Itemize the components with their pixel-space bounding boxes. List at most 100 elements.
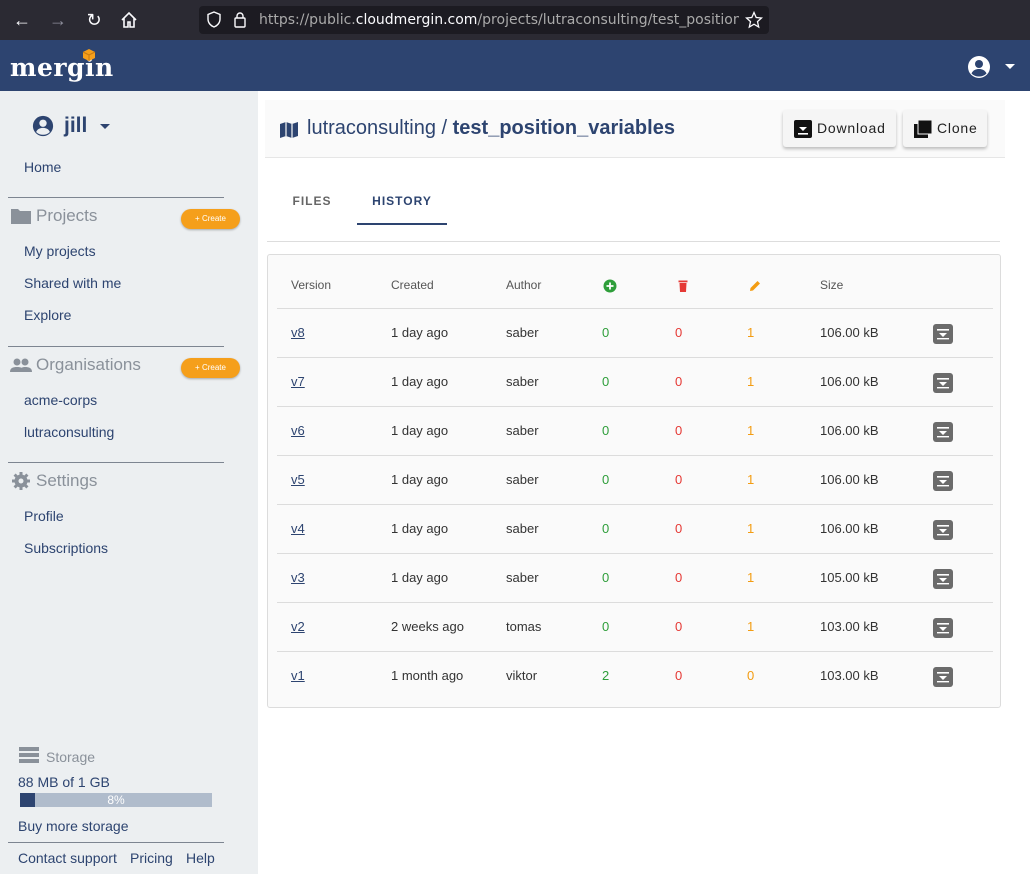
- version-link[interactable]: v6: [291, 424, 305, 438]
- forward-icon[interactable]: →: [46, 8, 70, 32]
- logo-cube-icon: [82, 49, 96, 61]
- clone-button[interactable]: Clone: [903, 110, 987, 147]
- map-icon: [280, 122, 298, 138]
- pricing-link[interactable]: Pricing: [130, 849, 173, 867]
- author-cell: saber: [506, 423, 539, 438]
- create-organisation-button[interactable]: + Create: [181, 358, 240, 378]
- size-cell: 106.00 kB: [820, 423, 879, 438]
- pencil-icon: [750, 281, 760, 291]
- buy-more-storage-link[interactable]: Buy more storage: [18, 817, 129, 835]
- divider: [8, 346, 224, 347]
- version-link[interactable]: v2: [291, 620, 305, 634]
- updated-count: 1: [747, 521, 755, 536]
- project-name: test_position_variables: [452, 117, 675, 139]
- version-link[interactable]: v1: [291, 669, 305, 683]
- sidebar-item-my-projects[interactable]: My projects: [24, 242, 96, 260]
- column-header-author[interactable]: Author: [506, 278, 541, 292]
- added-count: 0: [602, 570, 610, 585]
- shield-icon[interactable]: [207, 11, 221, 28]
- removed-count: 0: [675, 619, 683, 634]
- reload-icon[interactable]: ↻: [82, 8, 106, 32]
- storage-label: Storage: [46, 749, 96, 765]
- tab-history[interactable]: HISTORY: [357, 180, 447, 225]
- tab-files[interactable]: FILES: [277, 180, 347, 225]
- browser-toolbar: ← → ↻ https://public.cloudmergin.com/pro…: [0, 0, 1030, 40]
- sidebar-item-acme-corps[interactable]: acme-corps: [24, 391, 97, 409]
- home-icon[interactable]: [117, 8, 141, 32]
- author-cell: viktor: [506, 668, 538, 683]
- lock-icon[interactable]: [233, 11, 247, 28]
- plus-circle-icon: [603, 279, 617, 293]
- author-cell: saber: [506, 472, 539, 487]
- download-version-icon[interactable]: [933, 471, 953, 491]
- download-button[interactable]: Download: [783, 110, 896, 147]
- created-cell: 1 day ago: [391, 472, 449, 487]
- user-icon: [32, 115, 54, 137]
- download-version-icon[interactable]: [933, 422, 953, 442]
- project-header: lutraconsulting / test_position_variable…: [265, 100, 1005, 158]
- storage-amount: 88 MB of 1 GB: [18, 774, 110, 790]
- download-version-icon[interactable]: [933, 324, 953, 344]
- size-cell: 103.00 kB: [820, 668, 879, 683]
- size-cell: 106.00 kB: [820, 325, 879, 340]
- sidebar-item-home[interactable]: Home: [24, 158, 61, 176]
- removed-count: 0: [675, 423, 683, 438]
- sidebar-item-subscriptions[interactable]: Subscriptions: [24, 539, 108, 557]
- author-cell: saber: [506, 374, 539, 389]
- download-version-icon[interactable]: [933, 520, 953, 540]
- create-project-button[interactable]: + Create: [181, 209, 240, 229]
- download-version-icon[interactable]: [933, 569, 953, 589]
- created-cell: 1 day ago: [391, 423, 449, 438]
- version-link[interactable]: v3: [291, 571, 305, 585]
- url-text: https://public.cloudmergin.com/projects/…: [259, 12, 739, 28]
- address-bar[interactable]: https://public.cloudmergin.com/projects/…: [199, 6, 769, 34]
- sidebar-item-lutraconsulting[interactable]: lutraconsulting: [24, 423, 114, 441]
- added-count: 0: [602, 374, 610, 389]
- created-cell: 1 day ago: [391, 325, 449, 340]
- size-cell: 106.00 kB: [820, 521, 879, 536]
- sidebar-item-shared-with-me[interactable]: Shared with me: [24, 274, 121, 292]
- sidebar-item-profile[interactable]: Profile: [24, 507, 64, 525]
- added-count: 0: [602, 423, 610, 438]
- table-row: v5 1 day ago saber 0 0 1 106.00 kB: [277, 455, 993, 504]
- section-projects: Projects: [36, 206, 98, 225]
- updated-count: 1: [747, 325, 755, 340]
- author-cell: saber: [506, 570, 539, 585]
- created-cell: 1 month ago: [391, 668, 464, 683]
- version-link[interactable]: v4: [291, 522, 305, 536]
- updated-count: 1: [747, 619, 755, 634]
- download-version-icon[interactable]: [933, 667, 953, 687]
- created-cell: 1 day ago: [391, 521, 449, 536]
- column-header-version[interactable]: Version: [291, 278, 331, 292]
- added-count: 0: [602, 472, 610, 487]
- back-icon[interactable]: ←: [10, 8, 34, 32]
- download-version-icon[interactable]: [933, 618, 953, 638]
- table-row: v4 1 day ago saber 0 0 1 106.00 kB: [277, 504, 993, 553]
- table-row: v6 1 day ago saber 0 0 1 106.00 kB: [277, 406, 993, 455]
- updated-count: 1: [747, 423, 755, 438]
- sidebar-item-explore[interactable]: Explore: [24, 306, 71, 324]
- column-header-size[interactable]: Size: [820, 278, 843, 292]
- project-namespace-link[interactable]: lutraconsulting: [307, 117, 436, 139]
- version-link[interactable]: v8: [291, 326, 305, 340]
- table-row: v8 1 day ago saber 0 0 1 106.00 kB: [277, 308, 993, 357]
- table-row: v2 2 weeks ago tomas 0 0 1 103.00 kB: [277, 602, 993, 651]
- people-icon: [10, 358, 32, 372]
- added-count: 0: [602, 325, 610, 340]
- column-header-created[interactable]: Created: [391, 278, 434, 292]
- added-count: 2: [602, 668, 610, 683]
- updated-count: 1: [747, 374, 755, 389]
- updated-count: 0: [747, 668, 755, 683]
- mergin-logo[interactable]: mergin: [10, 54, 114, 82]
- download-version-icon[interactable]: [933, 373, 953, 393]
- version-link[interactable]: v7: [291, 375, 305, 389]
- help-link[interactable]: Help: [186, 849, 215, 867]
- contact-support-link[interactable]: Contact support: [18, 849, 117, 867]
- project-tabs: FILES HISTORY: [267, 180, 1000, 242]
- bookmark-star-icon[interactable]: [745, 11, 763, 29]
- version-link[interactable]: v5: [291, 473, 305, 487]
- section-settings: Settings: [36, 471, 98, 490]
- account-menu-caret-icon[interactable]: [1005, 64, 1015, 69]
- removed-count: 0: [675, 570, 683, 585]
- account-icon[interactable]: [967, 55, 991, 79]
